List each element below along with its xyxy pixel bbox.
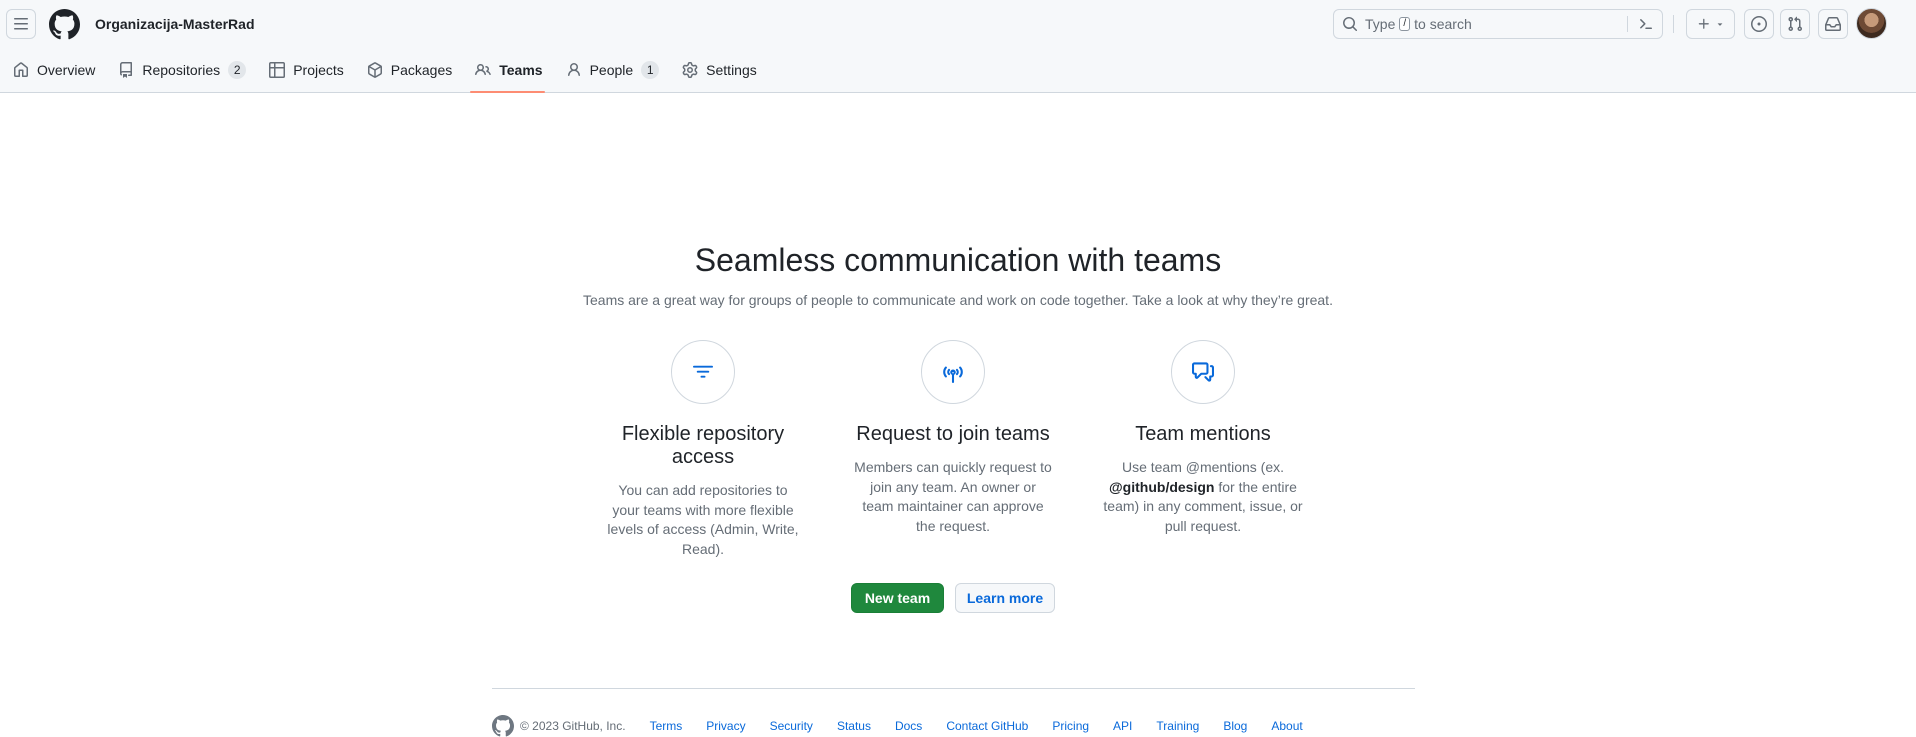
- pull-requests-button[interactable]: [1780, 9, 1810, 39]
- feature-description: You can add repositories to your teams w…: [607, 482, 799, 557]
- tab-label: Repositories: [142, 62, 221, 78]
- tab-packages[interactable]: Packages: [354, 48, 462, 92]
- tab-label: Projects: [293, 62, 344, 78]
- tab-settings[interactable]: Settings: [669, 48, 767, 92]
- feature-description: Use team @mentions (ex. @github/design f…: [1103, 458, 1303, 536]
- caret-down-icon: [1717, 23, 1722, 26]
- footer-link-privacy[interactable]: Privacy: [706, 719, 745, 733]
- filter-icon: [693, 365, 713, 378]
- feature-title: Flexible repository access: [621, 423, 785, 468]
- tab-label: Teams: [499, 62, 543, 78]
- search-placeholder-suffix: to search: [1414, 16, 1472, 32]
- feature-icon-circle: [1171, 340, 1235, 404]
- people-count-badge: 1: [641, 61, 660, 79]
- new-team-button[interactable]: New team: [851, 583, 944, 613]
- feature-description: Members can quickly request to join any …: [854, 459, 1052, 534]
- search-placeholder-prefix: Type: [1365, 16, 1396, 32]
- page-footer: © 2023 GitHub, Inc. Terms Privacy Securi…: [492, 715, 1303, 737]
- plus-icon: [1698, 18, 1709, 29]
- app-header: Organizacija-MasterRad Type / to search: [0, 0, 1916, 93]
- search-shortcut-key: /: [1399, 17, 1411, 31]
- footer-link-contact[interactable]: Contact GitHub: [946, 719, 1028, 733]
- footer-link-docs[interactable]: Docs: [895, 719, 922, 733]
- feature-icon-circle: [921, 340, 985, 404]
- table-icon: [269, 62, 286, 78]
- page-subtitle: Teams are a great way for groups of peop…: [583, 292, 1333, 308]
- github-mark-icon[interactable]: [492, 715, 514, 737]
- hamburger-menu-button[interactable]: [6, 9, 36, 39]
- create-new-button[interactable]: [1686, 9, 1735, 39]
- tab-people[interactable]: People 1: [553, 48, 670, 92]
- people-icon: [475, 63, 492, 76]
- feature-flexible-access: Flexible repository access You can add r…: [588, 340, 818, 559]
- tab-label: Settings: [706, 62, 757, 78]
- package-icon: [367, 62, 382, 78]
- feature-request-join: Request to join teams Members can quickl…: [838, 340, 1068, 536]
- feature-title: Request to join teams: [856, 423, 1050, 445]
- tab-label: Overview: [37, 62, 96, 78]
- feature-team-mentions: Team mentions Use team @mentions (ex. @g…: [1088, 340, 1318, 536]
- org-name-link[interactable]: Organizacija-MasterRad: [95, 16, 255, 32]
- tab-label: Packages: [390, 62, 453, 78]
- mention-example: @github/design: [1109, 478, 1215, 495]
- learn-more-button[interactable]: Learn more: [955, 583, 1055, 613]
- repo-icon: [120, 62, 133, 78]
- footer-link-pricing[interactable]: Pricing: [1052, 719, 1089, 733]
- footer-link-status[interactable]: Status: [837, 719, 871, 733]
- org-nav-tabs: Overview Repositories 2 Projects Package…: [0, 48, 767, 93]
- tab-projects[interactable]: Projects: [256, 48, 354, 92]
- person-icon: [567, 63, 580, 77]
- github-logo-icon[interactable]: [49, 9, 80, 40]
- issues-button[interactable]: [1744, 9, 1774, 39]
- footer-divider: [492, 688, 1415, 689]
- issue-opened-icon: [1751, 16, 1767, 32]
- comment-discussion-icon: [1192, 362, 1214, 382]
- footer-link-blog[interactable]: Blog: [1223, 719, 1247, 733]
- copyright-text: © 2023 GitHub, Inc.: [520, 719, 626, 733]
- search-placeholder: Type / to search: [1365, 16, 1472, 32]
- tab-overview[interactable]: Overview: [0, 48, 105, 92]
- search-icon: [1343, 17, 1358, 32]
- mention-text-prefix: Use team @mentions (ex.: [1121, 459, 1285, 475]
- page-title: Seamless communication with teams: [694, 242, 1222, 278]
- inbox-icon: [1825, 17, 1841, 31]
- search-input[interactable]: Type / to search: [1333, 9, 1663, 39]
- tab-label: People: [589, 62, 634, 78]
- git-pull-request-icon: [1788, 16, 1803, 32]
- top-bar: Organizacija-MasterRad Type / to search: [0, 0, 1916, 48]
- broadcast-icon: [943, 366, 963, 383]
- search-divider: [1627, 16, 1628, 32]
- tab-teams[interactable]: Teams: [462, 48, 552, 93]
- feature-title: Team mentions: [1135, 423, 1271, 445]
- notifications-button[interactable]: [1818, 9, 1848, 39]
- user-avatar[interactable]: [1856, 8, 1887, 39]
- home-icon: [14, 62, 28, 77]
- footer-link-api[interactable]: API: [1113, 719, 1132, 733]
- tab-repositories[interactable]: Repositories 2: [105, 48, 256, 92]
- footer-link-training[interactable]: Training: [1156, 719, 1199, 733]
- command-palette-icon[interactable]: [1638, 16, 1654, 32]
- footer-link-about[interactable]: About: [1271, 719, 1302, 733]
- repositories-count-badge: 2: [228, 61, 247, 79]
- footer-link-security[interactable]: Security: [770, 719, 813, 733]
- footer-link-terms[interactable]: Terms: [650, 719, 683, 733]
- gear-icon: [682, 62, 698, 78]
- hamburger-icon: [14, 18, 28, 30]
- feature-icon-circle: [671, 340, 735, 404]
- toolbar-separator: [1673, 15, 1674, 33]
